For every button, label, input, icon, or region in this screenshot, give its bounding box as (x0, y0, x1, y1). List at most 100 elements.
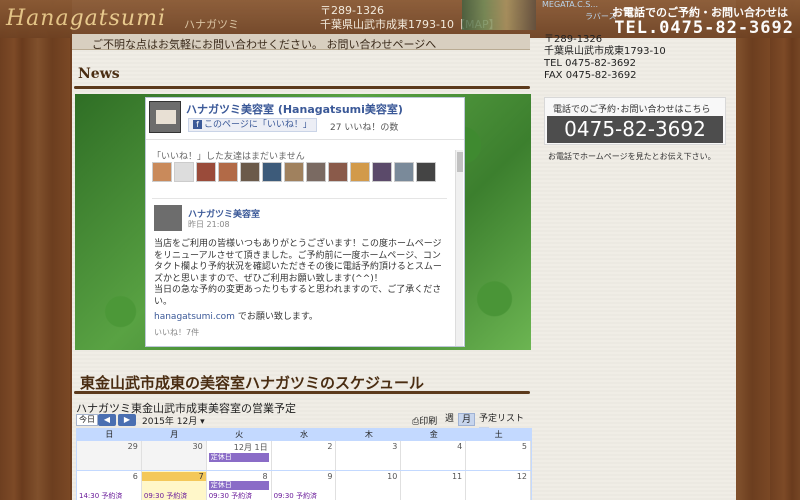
calendar-event[interactable]: 定休日 (208, 481, 269, 490)
calendar-day-cell[interactable]: 10 (336, 471, 402, 500)
tab-agenda-label: 予定リスト (479, 414, 525, 424)
header-photo (462, 0, 536, 30)
day-number: 7 (141, 472, 206, 481)
facebook-scrollbar[interactable] (455, 150, 463, 346)
calendar-day-cell[interactable]: 12 (466, 471, 532, 500)
facebook-widget: ハナガツミ美容室 (Hanagatsumi美容室) f このページに「いいね！」 … (145, 97, 465, 347)
calendar-day-cell[interactable]: 2 (271, 441, 337, 470)
calendar-day-cell[interactable]: 3 (336, 441, 402, 470)
post-link-suffix: でお願い致します。 (234, 312, 318, 322)
fan-avatar[interactable] (350, 162, 370, 182)
today-button[interactable]: 今日 (76, 414, 98, 426)
sidebar-address: 千葉県山武市成東1793-10 (544, 46, 666, 57)
calendar-month: 2015年 12月 (142, 417, 198, 427)
sidebar-tel-box: 電話でのご予約･お問い合わせはこちら 0475-82-3692 (544, 97, 726, 145)
prev-month-button[interactable]: ◀ (98, 414, 116, 426)
tab-month[interactable]: 月 (458, 413, 476, 426)
calendar-month-select[interactable]: 2015年 12月 ▾ (142, 414, 205, 427)
fan-avatar[interactable] (196, 162, 216, 182)
calendar-day-cell[interactable]: 9 09:30 予約済 (271, 471, 337, 500)
facebook-icon: f (193, 120, 202, 129)
post-text: 当店をご利用の皆様いつもありがとうございます！この度ホームページをリニューアルさ… (154, 239, 442, 307)
calendar-day-cell[interactable]: 5 (466, 441, 532, 470)
day-number: 12月 1日 (233, 443, 268, 452)
fan-avatar[interactable] (174, 162, 194, 182)
post-link[interactable]: hanagatsumi.com (154, 312, 235, 322)
facebook-page-name[interactable]: ハナガツミ美容室 (Hanagatsumi美容室) (186, 101, 403, 117)
fan-avatar[interactable] (372, 162, 392, 182)
calendar-day-cell[interactable]: 4 (401, 441, 467, 470)
facebook-friends-text: 「いいね！」した友達はまだいません (152, 152, 305, 162)
fan-avatar[interactable] (394, 162, 414, 182)
sidebar-tel: TEL 0475-82-3692 (544, 58, 637, 69)
sidebar-fax: FAX 0475-82-3692 (544, 70, 637, 81)
day-number: 9 (327, 472, 333, 481)
fan-avatar[interactable] (240, 162, 260, 182)
print-button[interactable]: ⎙印刷 (412, 414, 437, 427)
calendar-event[interactable]: 09:30 予約済 (274, 491, 317, 500)
fan-avatar[interactable] (218, 162, 238, 182)
day-number: 30 (192, 442, 203, 451)
sidebar-contact: 〒289-1326 千葉県山武市成東1793-10 TEL 0475-82-36… (544, 34, 666, 82)
calendar-day-cell[interactable]: 11 (401, 471, 467, 500)
news-heading: News (78, 66, 120, 82)
day-number: 5 (521, 442, 528, 451)
calendar-day-cell[interactable]: 30 (141, 441, 207, 470)
calendar-week-row: 29 30 12月 1日 定休日 2 3 4 5 (77, 440, 532, 470)
facebook-post: ハナガツミ美容室 昨日 21:08 当店をご利用の皆様いつもありがとうございます… (152, 198, 447, 344)
calendar-day-cell[interactable]: 6 14:30 予約済 (77, 471, 142, 500)
weekday-tue: 火 (235, 430, 244, 439)
weekday-sat: 土 (494, 430, 503, 439)
calendar-day-cell-today[interactable]: 7 09:30 予約済 (141, 471, 207, 500)
facebook-scroll-thumb[interactable] (457, 152, 463, 172)
day-number: 4 (457, 442, 463, 451)
calendar-grid: 日 月 火 水 木 金 土 29 30 12月 1日 定休日 2 3 4 5 6 1… (76, 428, 532, 500)
day-number: 29 (127, 442, 138, 451)
weekday-wed: 水 (300, 430, 308, 439)
fan-avatar[interactable] (328, 162, 348, 182)
facebook-page-avatar[interactable] (149, 101, 181, 133)
notice-link[interactable]: ご不明な点はお気軽にお問い合わせください。 お問い合わせページへ (92, 36, 436, 52)
calendar-week-row: 6 14:30 予約済 7 09:30 予約済 8 定休日 09:30 予約済 9 09:… (77, 470, 532, 500)
weekday-thu: 木 (364, 430, 373, 439)
facebook-like-button[interactable]: f このページに「いいね！」 (188, 118, 317, 132)
fan-avatar[interactable] (284, 162, 304, 182)
day-number: 6 (132, 472, 138, 481)
weekday-mon: 月 (170, 430, 179, 439)
calendar-event[interactable]: 定休日 (208, 453, 269, 462)
fan-avatar[interactable] (416, 162, 436, 182)
site-logo-kana: ハナガツミ (184, 18, 239, 31)
facebook-likes-count: 27 いいね！の数 (330, 123, 399, 133)
sidebar-tel-subtext: お電話でホームページを見たとお伝え下さい。 (548, 152, 716, 161)
fan-avatar[interactable] (262, 162, 282, 182)
site-logo[interactable]: Hanagatsumi (6, 6, 166, 31)
calendar-toolbar: 今日 ◀ ▶ 2015年 12月 ▾ ⎙印刷 週 月 予定リスト ▾ (76, 413, 532, 437)
facebook-like-label: このページに「いいね！」 (204, 120, 312, 130)
calendar-day-cell[interactable]: 29 (77, 441, 142, 470)
calendar-day-cell[interactable]: 8 定休日 09:30 予約済 (206, 471, 272, 500)
sidebar-tel-number[interactable]: 0475-82-3692 (547, 116, 723, 143)
calendar-day-cell[interactable]: 12月 1日 定休日 (206, 441, 272, 470)
weekday-fri: 金 (429, 430, 438, 439)
weekday-sun: 日 (105, 430, 114, 439)
day-number: 3 (392, 442, 398, 451)
calendar-event[interactable]: 09:30 予約済 (144, 491, 187, 500)
tab-week[interactable]: 週 (442, 413, 457, 426)
fan-avatar[interactable] (152, 162, 172, 182)
day-number: 10 (387, 472, 398, 481)
post-timestamp[interactable]: 昨日 21:08 (188, 219, 230, 230)
tab-agenda[interactable]: 予定リスト ▾ (476, 413, 532, 437)
next-month-button[interactable]: ▶ (118, 414, 136, 426)
fan-avatar[interactable] (306, 162, 326, 182)
post-likes[interactable]: いいね！7件 (154, 327, 199, 338)
day-number: 11 (451, 472, 463, 481)
schedule-heading: 東金山武市成東の美容室ハナガツミのスケジュール (80, 374, 424, 392)
calendar-event[interactable]: 09:30 予約済 (209, 491, 252, 500)
post-author-avatar[interactable] (154, 205, 182, 231)
facebook-header: ハナガツミ美容室 (Hanagatsumi美容室) f このページに「いいね！」 … (146, 98, 464, 140)
schedule-divider (74, 391, 530, 394)
day-number: 12 (516, 472, 528, 481)
calendar-event[interactable]: 14:30 予約済 (79, 491, 122, 500)
post-link-line: hanagatsumi.com でお願い致します。 (154, 309, 318, 322)
day-number: 8 (262, 472, 268, 481)
